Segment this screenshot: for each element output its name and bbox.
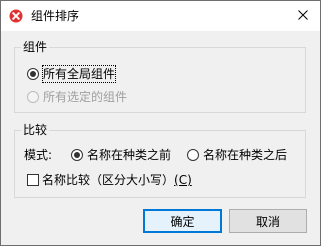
radio-all-global-components-label: 所有全局组件: [41, 65, 117, 83]
close-button[interactable]: [292, 6, 314, 26]
radio-button-selected[interactable]: [71, 149, 83, 161]
compare-group: 比较 模式: 名称在种类之前 名称在种类之后 名称比较（区分大小写） (C): [14, 122, 306, 198]
radio-all-global-components[interactable]: 所有全局组件: [27, 65, 117, 83]
radio-button-selected[interactable]: [27, 68, 39, 80]
compare-group-legend: 比较: [21, 122, 50, 138]
radio-name-after-kind-label: 名称在种类之后: [203, 148, 288, 162]
mode-label: 模式:: [24, 148, 53, 162]
components-group: 组件 所有全局组件 所有选定的组件: [14, 39, 306, 113]
checkbox-box[interactable]: [27, 174, 39, 186]
radio-button-disabled: [27, 91, 39, 103]
title-bar[interactable]: 组件排序: [1, 1, 320, 31]
radio-all-selected-components: 所有选定的组件: [27, 89, 127, 105]
ok-button[interactable]: 确定: [143, 209, 222, 233]
close-x-icon: [298, 9, 308, 23]
case-sensitive-checkbox-label: 名称比较（区分大小写）: [42, 173, 175, 187]
radio-name-before-kind[interactable]: 名称在种类之前: [71, 147, 171, 163]
components-group-legend: 组件: [21, 39, 50, 55]
radio-name-after-kind[interactable]: 名称在种类之后: [187, 147, 287, 163]
cancel-button[interactable]: 取消: [229, 209, 307, 233]
case-sensitive-shortcut: (C): [174, 173, 192, 187]
radio-name-before-kind-label: 名称在种类之前: [87, 148, 172, 162]
sort-components-dialog: 组件排序 组件 所有全局组件 所有选定的组件 比较 模式: 名称在种类之前 名称…: [0, 0, 321, 246]
case-sensitive-checkbox[interactable]: 名称比较（区分大小写） (C): [27, 172, 192, 188]
radio-all-selected-components-label: 所有选定的组件: [43, 90, 128, 104]
dialog-title: 组件排序: [31, 9, 80, 23]
radio-button-unselected[interactable]: [187, 149, 199, 161]
red-x-app-icon: [9, 9, 23, 23]
